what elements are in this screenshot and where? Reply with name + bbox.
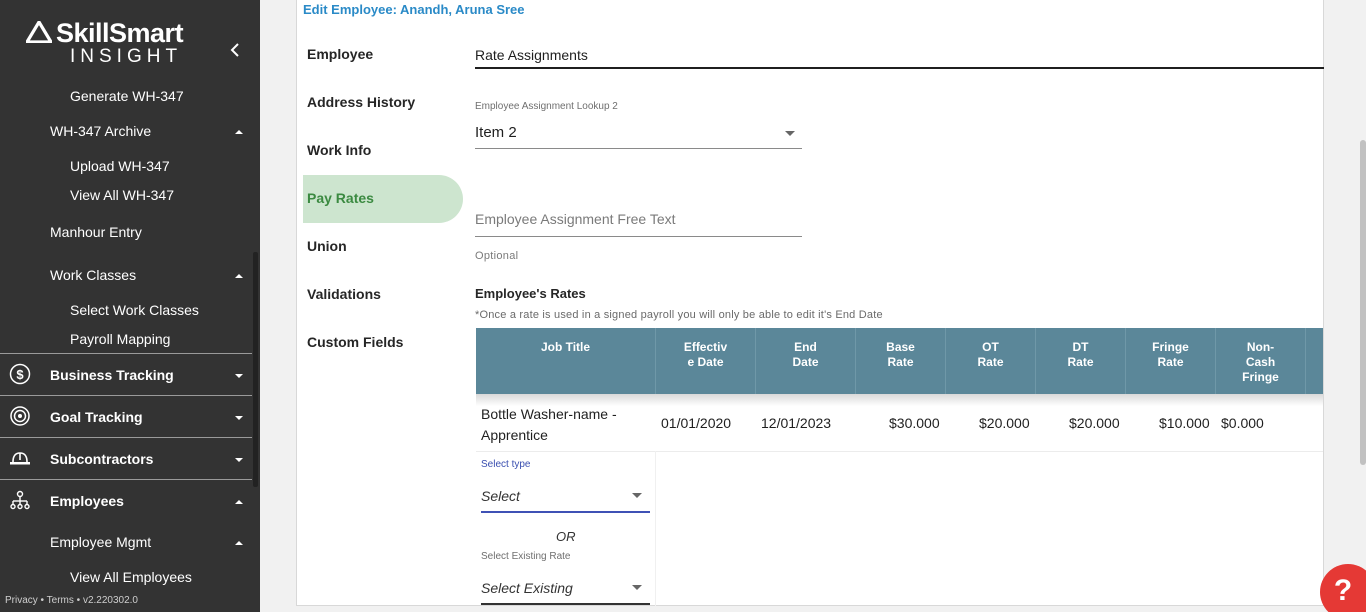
svg-text:$: $ — [16, 367, 24, 382]
column-divider — [655, 451, 656, 606]
select-existing-label: Select Existing Rate — [481, 551, 571, 562]
column-header-effective-date[interactable]: Effectiv e Date — [656, 328, 756, 394]
sidebar-item-generate-wh347[interactable]: Generate WH-347 — [70, 88, 184, 104]
chevron-up-icon[interactable] — [234, 498, 244, 506]
chevron-down-icon[interactable] — [234, 372, 244, 380]
tab-custom-fields[interactable]: Custom Fields — [307, 334, 403, 350]
cell-non-cash-fringe: $0.000 — [1221, 415, 1264, 431]
select-type-label: Select type — [481, 459, 531, 470]
sidebar-item-upload-wh347[interactable]: Upload WH-347 — [70, 158, 170, 174]
lookup-underline — [475, 148, 802, 149]
optional-hint: Optional — [475, 250, 519, 262]
page-title: Edit Employee: Anandh, Aruna Sree — [303, 2, 525, 17]
dropdown-arrow-icon[interactable] — [632, 585, 642, 590]
sidebar-item-employees[interactable]: Employees — [50, 493, 124, 509]
dollar-circle-icon: $ — [9, 363, 31, 385]
hard-hat-icon — [10, 452, 30, 465]
tab-pay-rates[interactable]: Pay Rates — [307, 190, 374, 206]
section-title: Rate Assignments — [475, 47, 588, 63]
sidebar-item-business-tracking[interactable]: Business Tracking — [50, 367, 174, 383]
chevron-up-icon[interactable] — [234, 539, 244, 547]
brand-sub: INSIGHT — [70, 46, 183, 67]
column-header-dt-rate[interactable]: DT Rate — [1036, 328, 1126, 394]
dropdown-arrow-icon[interactable] — [785, 131, 795, 136]
column-header-non-cash-fringe[interactable]: Non- Cash Fringe — [1216, 328, 1306, 394]
tab-address-history[interactable]: Address History — [307, 94, 415, 110]
column-header-base-rate[interactable]: Base Rate — [856, 328, 946, 394]
chevron-down-icon[interactable] — [234, 414, 244, 422]
sidebar-scrollbar[interactable] — [253, 252, 258, 487]
chevron-down-icon[interactable] — [234, 456, 244, 464]
lookup-label: Employee Assignment Lookup 2 — [475, 101, 618, 112]
column-header-ot-rate[interactable]: OT Rate — [946, 328, 1036, 394]
cell-ot-rate: $20.000 — [979, 415, 1030, 431]
sidebar-divider — [0, 395, 252, 396]
select-type-underline — [481, 511, 650, 513]
sidebar-divider — [0, 437, 252, 438]
or-separator: OR — [556, 529, 576, 544]
cell-fringe-rate: $10.000 — [1159, 415, 1210, 431]
target-icon — [10, 406, 30, 426]
sidebar-item-goal-tracking[interactable]: Goal Tracking — [50, 409, 143, 425]
cell-job-title: Bottle Washer-name - Apprentice — [481, 406, 617, 443]
chevron-up-icon[interactable] — [234, 128, 244, 136]
column-header-fringe-rate[interactable]: Fringe Rate — [1126, 328, 1216, 394]
brand-name: SkillSmart — [56, 18, 184, 48]
free-text-underline — [475, 236, 802, 237]
select-existing-underline — [481, 603, 650, 605]
row-divider — [476, 451, 1323, 452]
tab-union[interactable]: Union — [307, 238, 347, 254]
cell-dt-rate: $20.000 — [1069, 415, 1120, 431]
rates-title: Employee's Rates — [475, 286, 586, 301]
select-existing-dropdown[interactable]: Select Existing — [481, 580, 573, 596]
free-text-input[interactable]: Employee Assignment Free Text — [475, 211, 676, 227]
tab-work-info[interactable]: Work Info — [307, 142, 371, 158]
rates-note: *Once a rate is used in a signed payroll… — [475, 309, 883, 321]
select-type-dropdown[interactable]: Select — [481, 488, 520, 504]
dropdown-arrow-icon[interactable] — [632, 493, 642, 498]
section-divider — [475, 67, 1324, 69]
help-button[interactable]: ? — [1320, 564, 1366, 612]
sidebar-item-subcontractors[interactable]: Subcontractors — [50, 451, 153, 467]
sidebar-item-work-classes[interactable]: Work Classes — [50, 267, 136, 283]
sidebar-item-wh347-archive[interactable]: WH-347 Archive — [50, 123, 151, 139]
tab-employee[interactable]: Employee — [307, 46, 373, 62]
cell-effective-date: 01/01/2020 — [661, 415, 732, 431]
sidebar-item-view-all-wh347[interactable]: View All WH-347 — [70, 187, 174, 203]
cell-end-date: 12/01/2023 — [761, 415, 832, 431]
cell-base-rate: $30.000 — [889, 415, 940, 431]
lookup-select[interactable]: Item 2 — [475, 124, 517, 141]
org-chart-icon — [10, 490, 30, 510]
sidebar-item-view-all-employees[interactable]: View All Employees — [70, 569, 192, 585]
chevron-left-icon — [230, 43, 239, 57]
sidebar-item-manhour-entry[interactable]: Manhour Entry — [50, 224, 142, 240]
footer-links[interactable]: Privacy • Terms • v2.220302.0 — [5, 595, 138, 606]
tab-validations[interactable]: Validations — [307, 286, 381, 302]
chevron-up-icon[interactable] — [234, 272, 244, 280]
sidebar-item-employee-mgmt[interactable]: Employee Mgmt — [50, 534, 151, 550]
column-header-end-date[interactable]: End Date — [756, 328, 856, 394]
sidebar: SkillSmart INSIGHT Generate WH-347 WH-34… — [0, 0, 260, 612]
triangle-logo-icon — [26, 21, 52, 43]
page-scrollbar-thumb[interactable] — [1360, 140, 1366, 465]
brand-logo: SkillSmart INSIGHT — [26, 18, 196, 68]
collapse-sidebar-button[interactable] — [226, 40, 244, 60]
sidebar-divider — [0, 479, 252, 480]
sidebar-item-payroll-mapping[interactable]: Payroll Mapping — [70, 331, 170, 347]
main-card — [296, 0, 1324, 606]
column-header-job-title[interactable]: Job Title — [476, 328, 656, 394]
sidebar-divider — [0, 353, 252, 354]
sidebar-item-select-work-classes[interactable]: Select Work Classes — [70, 302, 199, 318]
rates-table-header: Job Title Effectiv e Date End Date Base … — [476, 328, 1323, 394]
